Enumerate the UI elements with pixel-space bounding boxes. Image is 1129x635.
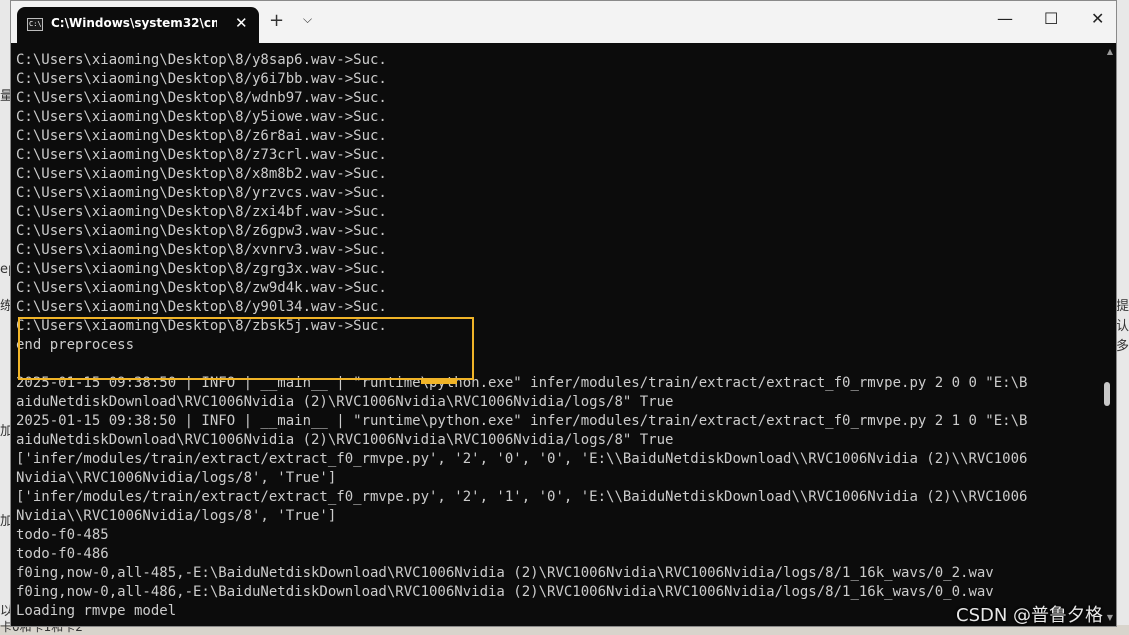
console-line: C:\Users\xiaoming\Desktop\8/y6i7bb.wav->… [16, 71, 387, 87]
close-button[interactable]: ✕ [1091, 9, 1104, 28]
background-fragment: 认 [1115, 319, 1129, 334]
console-line: C:\Users\xiaoming\Desktop\8/y8sap6.wav->… [16, 52, 387, 68]
console-line: C:\Users\xiaoming\Desktop\8/yrzvcs.wav->… [16, 185, 387, 201]
console-line: ['infer/modules/train/extract/extract_f0… [16, 489, 1028, 505]
console-line: C:\Users\xiaoming\Desktop\8/z6gpw3.wav->… [16, 223, 387, 239]
console-line: f0ing,now-0,all-486,-E:\BaiduNetdiskDown… [16, 584, 994, 600]
chevron-down-icon[interactable]: ⌵ [303, 12, 312, 27]
tab-title: C:\Windows\system32\cmd.exe [51, 16, 217, 30]
console-line: C:\Users\xiaoming\Desktop\8/y90l34.wav->… [16, 299, 387, 315]
console-line: C:\Users\xiaoming\Desktop\8/z73crl.wav->… [16, 147, 387, 163]
highlight-annotation-box [18, 317, 474, 380]
console-line: C:\Users\xiaoming\Desktop\8/wdnb97.wav->… [16, 90, 387, 106]
console-line: todo-f0-486 [16, 546, 109, 562]
console-line: C:\Users\xiaoming\Desktop\8/y5iowe.wav->… [16, 109, 387, 125]
console-line: C:\Users\xiaoming\Desktop\8/zgrg3x.wav->… [16, 261, 387, 277]
console-line: C:\Users\xiaoming\Desktop\8/zxi4bf.wav->… [16, 204, 387, 220]
tab-close-icon[interactable]: ✕ [235, 14, 248, 32]
scrollbar-thumb[interactable] [1104, 382, 1110, 406]
new-tab-button[interactable]: + [269, 10, 284, 31]
console-line: Nvidia\\RVC1006Nvidia/logs/8', 'True'] [16, 508, 337, 524]
minimize-button[interactable]: — [997, 9, 1013, 28]
scroll-up-icon[interactable]: ▲ [1107, 47, 1113, 56]
console-line: aiduNetdiskDownload\RVC1006Nvidia (2)\RV… [16, 432, 674, 448]
console-line: C:\Users\xiaoming\Desktop\8/zw9d4k.wav->… [16, 280, 387, 296]
console-line: Nvidia\\RVC1006Nvidia/logs/8', 'True'] [16, 470, 337, 486]
console-line: todo-f0-485 [16, 527, 109, 543]
console-line: Loading rmvpe model [16, 603, 177, 619]
background-fragment: 提 [1115, 299, 1129, 314]
watermark: CSDN @普鲁夕格 [956, 605, 1104, 626]
terminal-icon: C:\ [27, 18, 43, 31]
highlight-arrow [421, 380, 457, 384]
console-line: C:\Users\xiaoming\Desktop\8/xvnrv3.wav->… [16, 242, 387, 258]
title-bar[interactable]: C:\ C:\Windows\system32\cmd.exe ✕ + ⌵ — … [11, 1, 1116, 43]
terminal-window: C:\ C:\Windows\system32\cmd.exe ✕ + ⌵ — … [10, 0, 1117, 627]
scrollbar[interactable] [1103, 45, 1113, 625]
console-line: C:\Users\xiaoming\Desktop\8/z6r8ai.wav->… [16, 128, 387, 144]
background-fragment: 多 [1115, 339, 1129, 354]
scroll-down-icon[interactable]: ▼ [1107, 613, 1113, 622]
maximize-button[interactable]: ☐ [1044, 9, 1058, 28]
console-line: C:\Users\xiaoming\Desktop\8/x8m8b2.wav->… [16, 166, 387, 182]
console-line: 2025-01-15 09:38:50 | INFO | __main__ | … [16, 413, 1028, 429]
tab-cmd[interactable]: C:\ C:\Windows\system32\cmd.exe ✕ [17, 7, 259, 43]
console-line: f0ing,now-0,all-485,-E:\BaiduNetdiskDown… [16, 565, 994, 581]
console-line: aiduNetdiskDownload\RVC1006Nvidia (2)\RV… [16, 394, 674, 410]
console-line: ['infer/modules/train/extract/extract_f0… [16, 451, 1028, 467]
